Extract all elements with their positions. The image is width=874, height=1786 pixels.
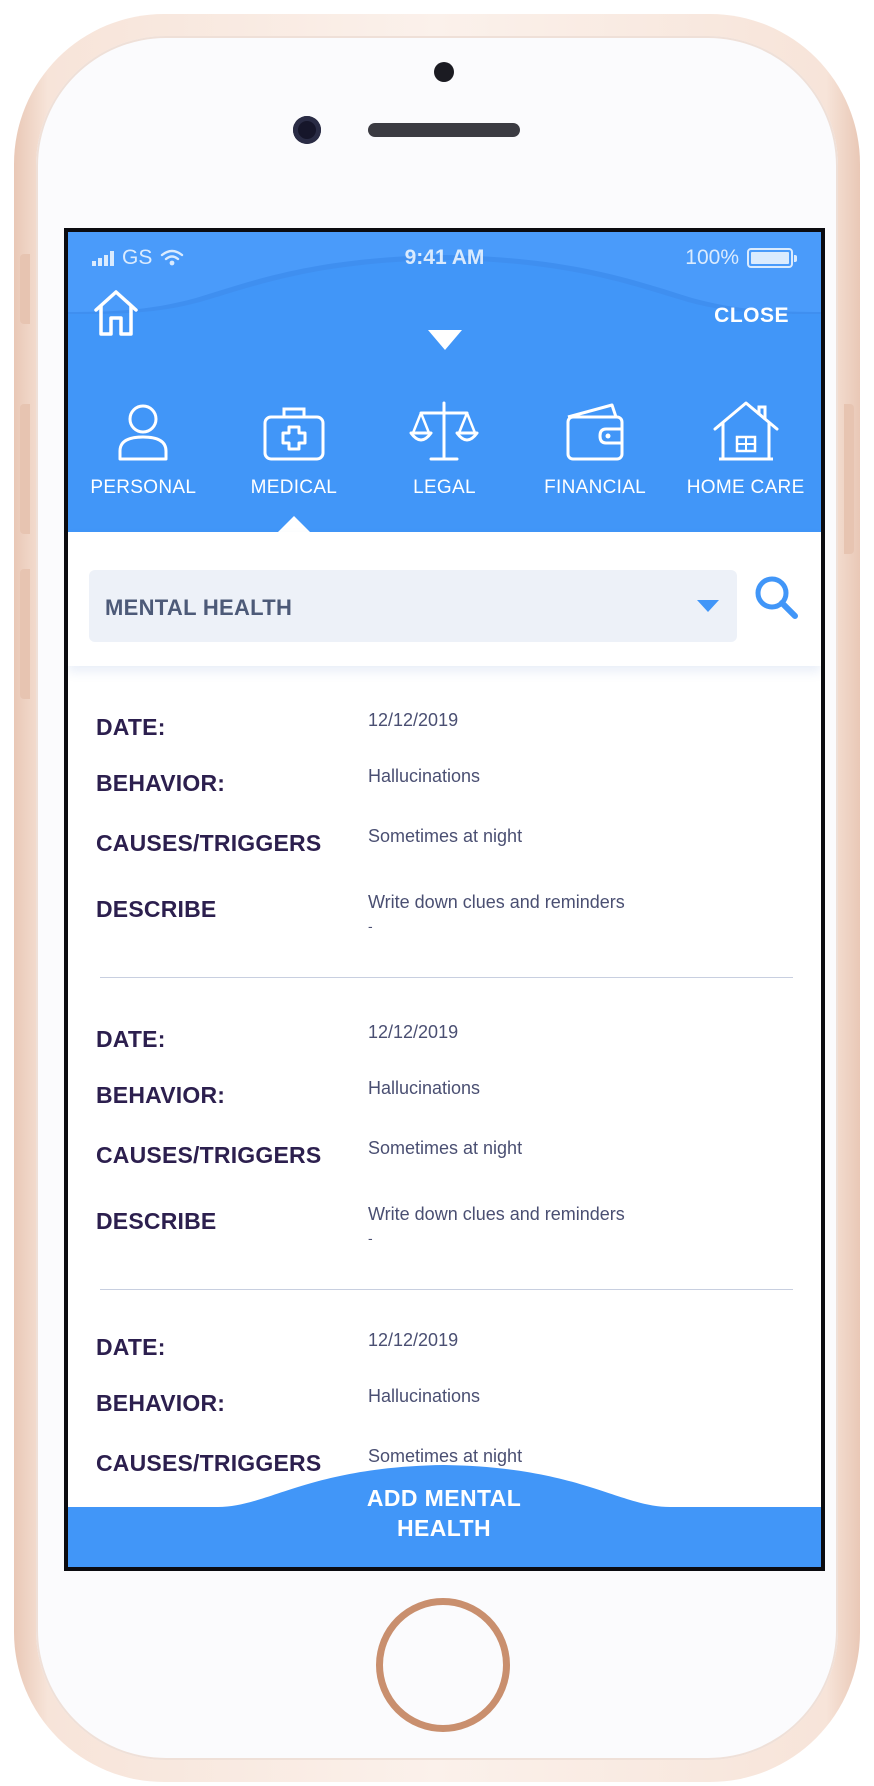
tab-label: FINANCIAL — [544, 477, 647, 498]
describe-value: Write down clues and reminders — [368, 1204, 625, 1224]
add-label-line2: HEALTH — [397, 1515, 491, 1541]
battery-percent: 100% — [685, 246, 739, 269]
volume-up-button — [20, 404, 30, 534]
collapse-arrow-icon[interactable] — [428, 330, 462, 350]
bottom-action-bar: ADD MENTAL HEALTH — [68, 1457, 821, 1567]
describe-label: DESCRIBE — [96, 896, 217, 922]
filter-bar: MENTAL HEALTH — [68, 532, 821, 666]
tab-label: MEDICAL — [250, 477, 338, 498]
behavior-label: BEHAVIOR: — [96, 770, 226, 796]
tab-medical[interactable]: MEDICAL — [219, 397, 370, 532]
describe-extra: - — [368, 918, 373, 934]
causes-value: Sometimes at night — [368, 826, 523, 846]
battery-icon — [747, 248, 797, 268]
tab-home-care[interactable]: HOME CARE — [670, 397, 821, 532]
tab-legal[interactable]: LEGAL — [369, 397, 520, 532]
date-value: 12/12/2019 — [368, 710, 459, 730]
medical-kit-icon — [263, 407, 325, 461]
record-list: DATE: 12/12/2019 BEHAVIOR: Hallucination… — [68, 666, 821, 1567]
causes-label: CAUSES/TRIGGERS — [96, 1142, 322, 1168]
tab-label: LEGAL — [413, 477, 476, 498]
tab-label: PERSONAL — [90, 477, 197, 498]
describe-extra: - — [368, 1230, 373, 1246]
volume-down-button — [20, 569, 30, 699]
person-icon — [118, 404, 168, 461]
date-value: 12/12/2019 — [368, 1330, 459, 1350]
behavior-value: Hallucinations — [368, 766, 481, 786]
status-right: 100% — [685, 246, 797, 270]
date-value: 12/12/2019 — [368, 1022, 459, 1042]
causes-label: CAUSES/TRIGGERS — [96, 830, 322, 856]
behavior-label: BEHAVIOR: — [96, 1082, 226, 1108]
describe-label: DESCRIBE — [96, 1208, 217, 1234]
power-button — [844, 404, 854, 554]
behavior-label: BEHAVIOR: — [96, 1390, 226, 1416]
earpiece-speaker — [368, 123, 520, 137]
search-icon[interactable] — [751, 572, 801, 622]
tab-financial[interactable]: FINANCIAL — [520, 397, 671, 532]
app-screen: GS 9:41 AM 100% CLOSE PERSONAL MEDICAL L… — [64, 228, 825, 1571]
proximity-sensor — [434, 62, 454, 82]
close-button[interactable]: CLOSE — [714, 304, 789, 328]
category-tabs: PERSONAL MEDICAL LEGAL FINANCIAL HOME CA… — [68, 397, 821, 532]
mute-switch — [20, 254, 30, 324]
scales-icon — [409, 401, 479, 461]
causes-value: Sometimes at night — [368, 1138, 523, 1158]
add-mental-health-button[interactable]: ADD MENTAL HEALTH — [294, 1483, 594, 1543]
home-button[interactable] — [376, 1598, 510, 1732]
date-label: DATE: — [96, 1026, 166, 1052]
behavior-value: Hallucinations — [368, 1078, 481, 1098]
home-icon[interactable] — [92, 288, 140, 338]
tab-personal[interactable]: PERSONAL — [68, 397, 219, 532]
record-card[interactable]: DATE: 12/12/2019 BEHAVIOR: Hallucination… — [96, 666, 793, 978]
chevron-down-icon — [697, 600, 719, 612]
dropdown-value: MENTAL HEALTH — [105, 595, 293, 620]
status-bar: GS 9:41 AM 100% — [68, 244, 821, 274]
date-label: DATE: — [96, 1334, 166, 1360]
add-label-line1: ADD MENTAL — [366, 1485, 522, 1511]
wallet-icon — [566, 403, 624, 461]
date-label: DATE: — [96, 714, 166, 740]
category-dropdown[interactable]: MENTAL HEALTH — [89, 570, 737, 642]
behavior-value: Hallucinations — [368, 1386, 481, 1406]
front-camera — [293, 116, 321, 144]
describe-value: Write down clues and reminders — [368, 892, 625, 912]
house-icon — [713, 401, 779, 461]
record-card[interactable]: DATE: 12/12/2019 BEHAVIOR: Hallucination… — [96, 978, 793, 1290]
tab-label: HOME CARE — [686, 477, 805, 498]
